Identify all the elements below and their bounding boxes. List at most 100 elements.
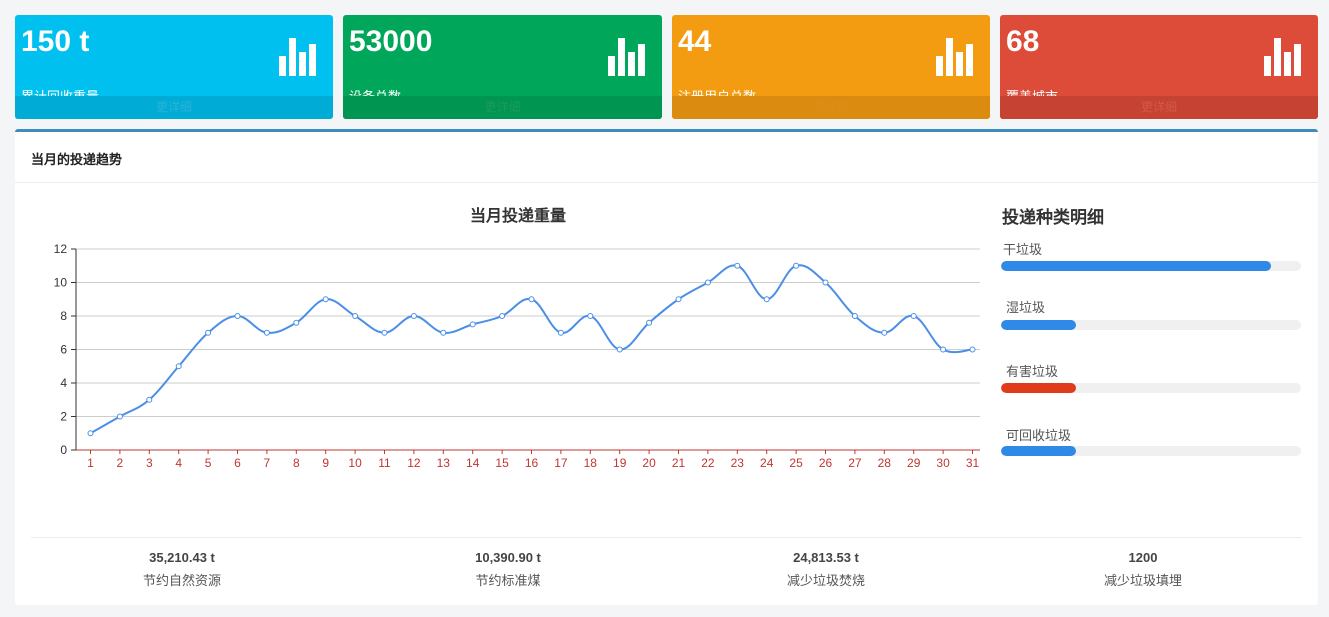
x-tick-label: 24 [760, 456, 774, 470]
data-point [528, 296, 535, 303]
data-point [616, 346, 623, 353]
x-tick-label: 26 [819, 456, 833, 470]
x-tick-label: 15 [495, 456, 509, 470]
data-point [322, 296, 329, 303]
x-tick-label: 11 [378, 456, 391, 470]
progress-track-dry [1001, 261, 1301, 271]
line-chart[interactable]: 0246810121 2 3 4 5 6 7 8 9 10 11 12 13 14 15 16 17 18 19 20… [30, 232, 980, 472]
x-tick-label: 22 [701, 456, 715, 470]
x-tick-label: 7 [264, 456, 271, 470]
more-details-link[interactable]: 更详细 [672, 96, 990, 119]
y-tick-label: 0 [60, 443, 67, 457]
y-tick-label: 12 [54, 242, 68, 256]
divider [15, 182, 1318, 183]
x-tick-label: 20 [642, 456, 656, 470]
data-point [793, 262, 800, 269]
data-point [646, 319, 653, 326]
detail-title: 投递种类明细 [1002, 208, 1104, 227]
summary-value: 24,813.53 t [793, 550, 859, 565]
data-point [851, 313, 858, 319]
x-tick-label: 28 [878, 456, 892, 470]
y-tick-label: 8 [60, 309, 67, 323]
chart-title: 当月投递重量 [470, 208, 567, 225]
data-point [234, 313, 241, 319]
y-tick-label: 4 [60, 376, 67, 390]
x-tick-label: 4 [175, 456, 182, 470]
more-details-link[interactable]: 更详细 [343, 96, 662, 119]
data-point [410, 313, 417, 319]
progress-fill [1001, 446, 1076, 456]
x-tick-label: 19 [613, 456, 627, 470]
x-tick-label: 18 [584, 456, 598, 470]
bar-chart-icon [1264, 36, 1302, 76]
x-tick-label: 8 [293, 456, 300, 470]
data-point [910, 313, 917, 319]
x-tick-label: 31 [966, 456, 980, 470]
x-tick-label: 5 [205, 456, 212, 470]
data-point [175, 363, 182, 370]
stat-value: 68 [1006, 25, 1040, 58]
x-tick-label: 12 [407, 456, 421, 470]
data-point [440, 329, 447, 336]
summary-value: 1200 [1128, 550, 1158, 565]
trend-panel: 当月的投递趋势 当月投递重量 0 2 4 6 8 10 12 1 2 3 4 5 6 7 8 9 10 11 12 1… [15, 129, 1318, 605]
progress-label: 干垃圾 [1003, 242, 1043, 257]
x-tick-label: 23 [731, 456, 745, 470]
x-tick-label: 2 [117, 456, 124, 470]
data-point [940, 346, 947, 353]
data-point [881, 329, 888, 336]
stat-value: 150 t [21, 25, 90, 58]
x-tick-label: 13 [437, 456, 451, 470]
x-tick-label: 21 [672, 456, 686, 470]
bar-chart-icon [936, 36, 974, 76]
y-tick-label: 10 [54, 276, 68, 290]
y-tick-label: 6 [60, 343, 67, 357]
data-point [587, 313, 594, 319]
summary-item: 1200 减少垃圾填埋 [993, 550, 1293, 589]
summary-label: 减少垃圾焚烧 [786, 573, 865, 588]
progress-track-wet [1001, 320, 1301, 330]
data-point [381, 329, 388, 336]
progress-fill [1001, 320, 1076, 330]
bar-chart-icon [279, 36, 317, 76]
data-point [675, 296, 682, 303]
data-point [293, 319, 300, 326]
bar-chart-icon [608, 36, 646, 76]
x-tick-label: 9 [322, 456, 329, 470]
stat-box-device-count: 53000 设备总数 更详细 [343, 15, 662, 119]
more-details-link[interactable]: 更详细 [1000, 96, 1318, 119]
data-point [116, 413, 123, 420]
summary-item: 24,813.53 t 减少垃圾焚烧 [676, 550, 976, 589]
x-tick-label: 1 [87, 456, 94, 470]
data-point [557, 329, 564, 336]
x-tick-label: 27 [848, 456, 862, 470]
progress-label: 有害垃圾 [1006, 364, 1059, 379]
x-tick-label: 17 [554, 456, 568, 470]
summary-label: 节约标准煤 [475, 573, 541, 588]
stat-box-recycled-weight: 150 t 累计回收重量 更详细 [15, 15, 333, 119]
stat-value: 44 [678, 25, 712, 58]
progress-track-recyclable [1001, 446, 1301, 456]
summary-value: 35,210.43 t [149, 550, 215, 565]
progress-fill [1001, 383, 1076, 393]
progress-label: 湿垃圾 [1006, 300, 1046, 315]
data-point [969, 346, 976, 353]
data-point [352, 313, 359, 319]
x-tick-label: 25 [789, 456, 803, 470]
stat-value: 53000 [349, 25, 433, 58]
data-point [704, 279, 711, 286]
progress-fill [1001, 261, 1271, 271]
more-details-link[interactable]: 更详细 [15, 96, 333, 119]
progress-label: 可回收垃圾 [1006, 428, 1072, 443]
data-point [734, 262, 741, 269]
x-tick-label: 16 [525, 456, 539, 470]
data-point [763, 296, 770, 303]
data-point [499, 313, 506, 319]
data-point [205, 329, 212, 336]
x-tick-label: 14 [466, 456, 480, 470]
summary-label: 减少垃圾填埋 [1103, 573, 1182, 588]
stat-box-covered-cities: 68 覆盖城市 更详细 [1000, 15, 1318, 119]
stat-box-registered-users: 44 注册用户总数 更详细 [672, 15, 990, 119]
summary-item: 10,390.90 t 节约标准煤 [358, 550, 658, 589]
data-point [87, 430, 94, 437]
